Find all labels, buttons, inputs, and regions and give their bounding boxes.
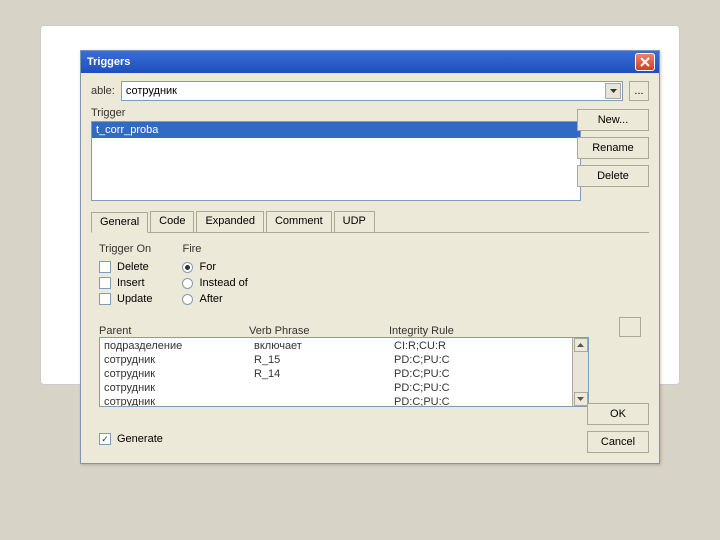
tab-general[interactable]: General bbox=[91, 212, 148, 233]
grid-headers: Parent Verb Phrase Integrity Rule bbox=[99, 325, 589, 337]
table-row: able: сотрудник ... bbox=[91, 81, 649, 101]
list-item[interactable]: t_corr_proba bbox=[92, 122, 580, 138]
trigger-on-group: Trigger On Delete Insert Update bbox=[99, 243, 152, 309]
radio-label: For bbox=[199, 261, 216, 273]
generate-checkbox[interactable]: ✓ bbox=[99, 433, 111, 445]
table-row[interactable]: сотрудник PD:C;PU:C bbox=[104, 396, 568, 406]
chevron-down-icon[interactable] bbox=[605, 83, 621, 99]
tab-comment[interactable]: Comment bbox=[266, 211, 332, 232]
checkbox-insert[interactable]: Insert bbox=[99, 277, 152, 289]
tab-content: Trigger On Delete Insert Update bbox=[91, 233, 649, 451]
table-label: able: bbox=[91, 85, 115, 97]
ok-button[interactable]: OK bbox=[587, 403, 649, 425]
header-rule: Integrity Rule bbox=[389, 325, 589, 337]
checkbox-label: Update bbox=[117, 293, 152, 305]
radio-label: Instead of bbox=[199, 277, 247, 289]
dialog-body: able: сотрудник ... Trigger t_corr_proba… bbox=[81, 73, 659, 463]
header-parent: Parent bbox=[99, 325, 249, 337]
checkbox-icon[interactable] bbox=[99, 261, 111, 273]
trigger-on-title: Trigger On bbox=[99, 243, 152, 255]
fire-group: Fire For Instead of After bbox=[182, 243, 247, 309]
cancel-button[interactable]: Cancel bbox=[587, 431, 649, 453]
triggers-dialog: Triggers able: сотрудник ... Trigger t_c… bbox=[80, 50, 660, 464]
close-icon[interactable] bbox=[635, 53, 655, 71]
tab-code[interactable]: Code bbox=[150, 211, 194, 232]
browse-button[interactable]: ... bbox=[629, 81, 649, 101]
tab-expanded[interactable]: Expanded bbox=[196, 211, 264, 232]
scroll-up-icon[interactable] bbox=[574, 338, 588, 352]
radio-icon[interactable] bbox=[182, 262, 193, 273]
rename-button[interactable]: Rename bbox=[577, 137, 649, 159]
table-row[interactable]: сотрудник R_14 PD:C;PU:C bbox=[104, 368, 568, 382]
side-button-column: New... Rename Delete bbox=[577, 109, 649, 187]
header-verb: Verb Phrase bbox=[249, 325, 389, 337]
checkbox-icon[interactable] bbox=[99, 293, 111, 305]
radio-for[interactable]: For bbox=[182, 261, 247, 273]
table-combo-value: сотрудник bbox=[126, 85, 177, 97]
window-title: Triggers bbox=[87, 56, 130, 68]
radio-label: After bbox=[199, 293, 222, 305]
grid-options-button[interactable] bbox=[619, 317, 641, 337]
radio-icon[interactable] bbox=[182, 294, 193, 305]
scrollbar[interactable] bbox=[572, 338, 588, 406]
checkbox-delete[interactable]: Delete bbox=[99, 261, 152, 273]
tab-strip: General Code Expanded Comment UDP bbox=[91, 211, 649, 233]
generate-label: Generate bbox=[117, 433, 163, 445]
scroll-down-icon[interactable] bbox=[574, 392, 588, 406]
new-button[interactable]: New... bbox=[577, 109, 649, 131]
table-row[interactable]: сотрудник R_15 PD:C;PU:C bbox=[104, 354, 568, 368]
grid-body: подразделение включает CI:R;CU:R сотрудн… bbox=[100, 338, 572, 406]
checkbox-label: Delete bbox=[117, 261, 149, 273]
radio-icon[interactable] bbox=[182, 278, 193, 289]
generate-row: ✓ Generate bbox=[99, 433, 641, 445]
trigger-listbox[interactable]: t_corr_proba bbox=[91, 121, 581, 201]
checkbox-update[interactable]: Update bbox=[99, 293, 152, 305]
radio-after[interactable]: After bbox=[182, 293, 247, 305]
checkbox-label: Insert bbox=[117, 277, 145, 289]
tab-udp[interactable]: UDP bbox=[334, 211, 375, 232]
delete-button[interactable]: Delete bbox=[577, 165, 649, 187]
table-row[interactable]: сотрудник PD:C;PU:C bbox=[104, 382, 568, 396]
fire-title: Fire bbox=[182, 243, 247, 255]
trigger-section-label: Trigger bbox=[91, 107, 649, 119]
radio-instead[interactable]: Instead of bbox=[182, 277, 247, 289]
checkbox-icon[interactable] bbox=[99, 277, 111, 289]
table-row[interactable]: подразделение включает CI:R;CU:R bbox=[104, 340, 568, 354]
titlebar: Triggers bbox=[81, 51, 659, 73]
table-combo[interactable]: сотрудник bbox=[121, 81, 623, 101]
rules-grid[interactable]: подразделение включает CI:R;CU:R сотрудн… bbox=[99, 337, 589, 407]
bottom-buttons: OK Cancel bbox=[587, 403, 649, 453]
